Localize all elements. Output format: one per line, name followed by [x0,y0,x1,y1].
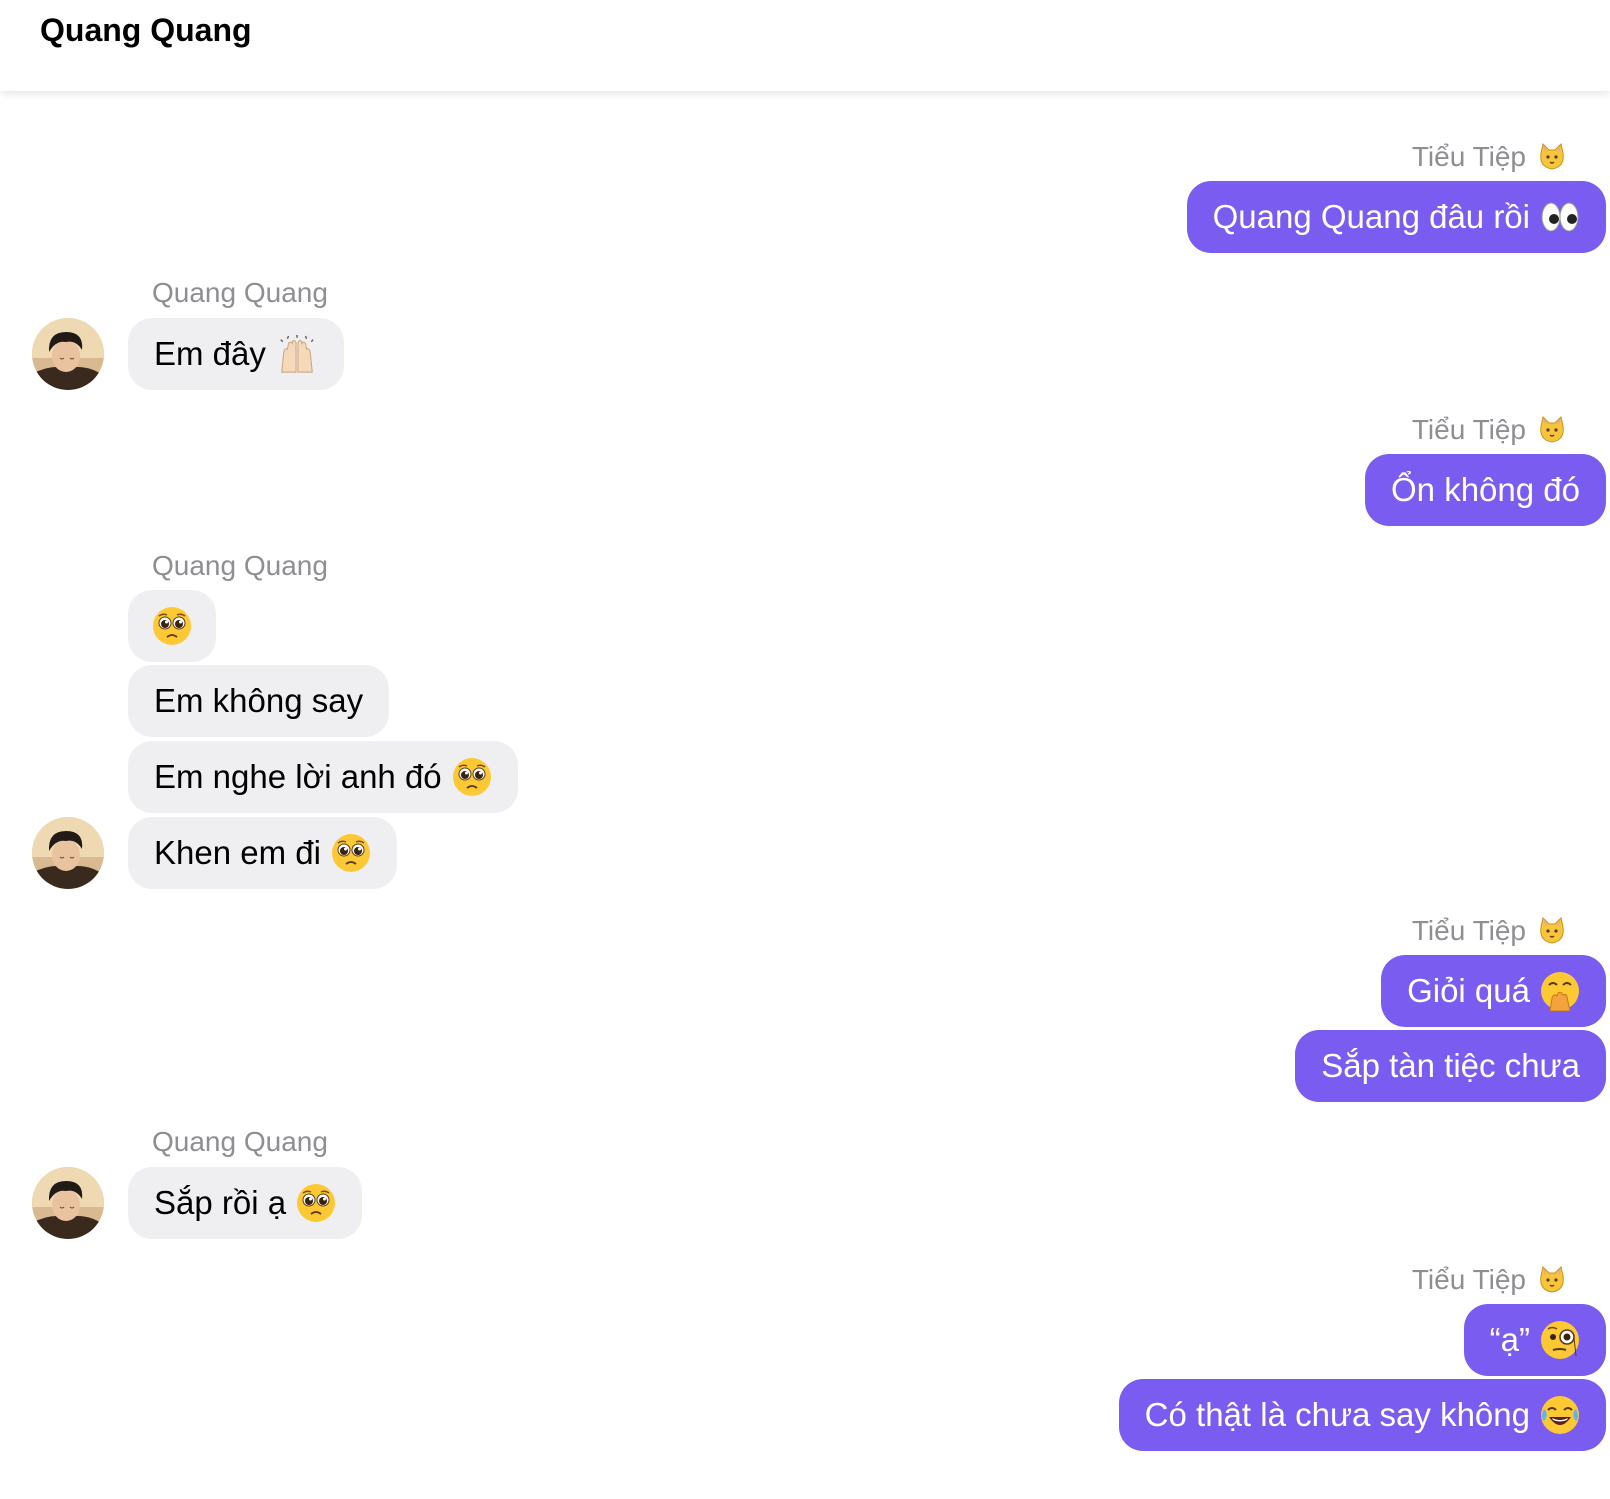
message-text: Giỏi quá [1407,972,1530,1009]
sender-name: Quang Quang [152,1126,328,1157]
message-text: Khen em đi [154,834,321,871]
hand-over-mouth-icon [1540,971,1580,1011]
raising-hands-icon [276,334,318,374]
message-text: Ổn không đó [1391,471,1580,508]
message-text: Sắp rồi ạ [154,1184,287,1221]
tears-of-joy-icon [1540,1395,1580,1435]
message-text: Em không say [154,682,364,719]
message-text: Có thật là chưa say không [1144,1396,1530,1433]
cat-face-icon [1539,416,1565,443]
message-text: Em nghe lời anh đó [154,758,442,795]
message-thread[interactable]: Tiểu Tiệp Quang Quang đâu rồi Quang Quan… [0,91,1610,1499]
outgoing-message-bubble[interactable]: “ạ” [1463,1304,1606,1376]
pleading-face-icon [296,1183,336,1223]
cat-face-icon [1539,143,1565,170]
sender-name: Tiểu Tiệp [1412,412,1566,448]
cat-face-icon [1539,917,1565,944]
monocle-face-icon [1540,1320,1580,1360]
outgoing-message-bubble[interactable]: Ổn không đó [1365,454,1606,526]
incoming-message-bubble[interactable] [128,590,216,662]
incoming-message-bubble[interactable]: Sắp rồi ạ [128,1167,363,1239]
incoming-message-bubble[interactable]: Em không say [128,665,390,737]
incoming-message-bubble[interactable]: Em đây [128,318,344,390]
chat-header: Quang Quang [0,0,1610,91]
sender-name: Tiểu Tiệp [1412,1262,1566,1298]
outgoing-message-bubble[interactable]: Sắp tàn tiệc chưa [1295,1030,1606,1102]
message-text: “ạ” [1489,1321,1530,1358]
sender-name: Tiểu Tiệp [1412,913,1566,949]
sender-name-label: Tiểu Tiệp [1411,1264,1526,1295]
pleading-face-icon [152,606,192,646]
sender-name: Quang Quang [152,550,328,581]
outgoing-message-bubble[interactable]: Quang Quang đâu rồi [1186,181,1606,253]
message-text: Quang Quang đâu rồi [1212,198,1530,235]
cat-face-icon [1539,1266,1565,1293]
pleading-face-icon [331,833,371,873]
incoming-message-bubble[interactable]: Khen em đi [128,817,397,889]
sender-name-label: Tiểu Tiệp [1411,414,1526,445]
outgoing-message-bubble[interactable]: Giỏi quá [1381,955,1606,1027]
sender-name-label: Tiểu Tiệp [1411,915,1526,946]
message-text: Em đây [154,335,266,372]
sender-name: Tiểu Tiệp [1412,139,1566,175]
chat-title: Quang Quang [40,12,252,48]
sender-name: Quang Quang [152,277,328,308]
avatar[interactable] [32,817,104,889]
avatar[interactable] [32,1167,104,1239]
avatar[interactable] [32,318,104,390]
sender-name-label: Tiểu Tiệp [1411,141,1526,172]
outgoing-message-bubble[interactable]: Có thật là chưa say không [1118,1379,1606,1451]
incoming-message-bubble[interactable]: Em nghe lời anh đó [128,741,518,813]
message-text: Sắp tàn tiệc chưa [1321,1047,1580,1084]
pleading-face-icon [451,757,492,797]
eyes-icon [1540,197,1580,237]
